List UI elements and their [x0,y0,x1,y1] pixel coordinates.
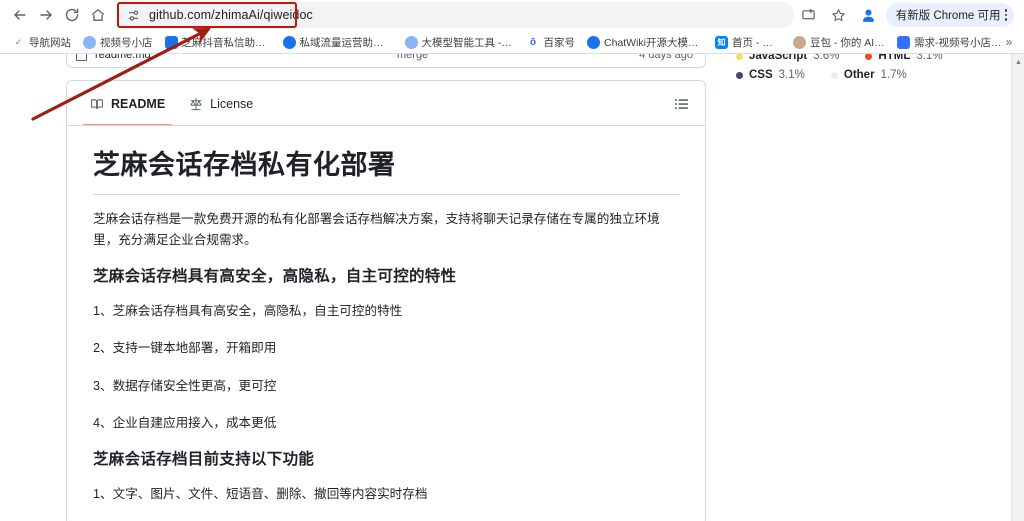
language-color-dot [736,54,743,60]
readme-body: 芝麻会话存档私有化部署 芝麻会话存档是一款免费开源的私有化部署会话存档解决方案，… [67,126,705,521]
chrome-menu-icon[interactable] [1004,9,1007,21]
bookmarks-bar: ✓ 导航网站 视频号小店 芝麻抖音私信助手-抖音... 私域流量运营助手-芝麻.… [0,30,1024,54]
browser-toolbar: github.com/zhimaAi/qiweidoc 有新版 Chrome 可… [0,0,1024,30]
language-name: HTML [878,54,911,62]
chrome-update-button[interactable]: 有新版 Chrome 可用 [885,3,1014,27]
file-icon [76,54,87,61]
nav-site-icon: ✓ [12,35,25,49]
book-icon [91,98,103,109]
address-bar[interactable]: github.com/zhimaAi/qiweidoc [118,2,794,28]
readme-section1-heading: 芝麻会话存档具有高安全，高隐私，自主可控的特性 [93,268,457,286]
list-unordered-icon [675,99,688,109]
language-row: CSS 3.1% Other 1.7% [736,69,986,81]
language-color-dot [865,54,873,60]
page-scrollbar[interactable]: ▲ [1011,54,1024,521]
tab-label: README [111,96,166,111]
readme-list-item: 1、文字、图片、文件、短语音、删除、撤回等内容实时存档 [93,486,428,501]
readme-intro: 芝麻会话存档是一款免费开源的私有化部署会话存档解决方案，支持将聊天记录存储在专属… [93,212,660,248]
tab-license[interactable]: License [180,91,262,117]
cast-icon[interactable] [796,2,822,28]
doubao-icon [793,35,806,49]
video-shop-icon [83,35,96,49]
language-color-dot [830,71,838,79]
outline-toggle-button[interactable] [671,93,693,115]
bookmark-item[interactable]: 视频号小店 [77,33,159,52]
page-content: readme.md merge 4 days ago JavaScript 3.… [0,54,1024,521]
forward-button[interactable] [34,3,58,27]
tabs-underline [67,125,705,126]
readme-list-item: 1、芝麻会话存档具有高安全，高隐私，自主可控的特性 [93,304,403,319]
bookmark-item[interactable]: ChatWiki开源大模型企... [581,33,709,52]
browser-chrome: github.com/zhimaAi/qiweidoc 有新版 Chrome 可… [0,0,1024,54]
language-name: JavaScript [749,54,808,62]
bookmark-label: 需求-视频号小店售前售... [914,36,1009,49]
language-percent: 3.1% [916,54,943,62]
bookmark-item[interactable]: 私域流量运营助手-芝麻... [277,33,399,52]
readme-list-item: 4、企业自建应用接入，成本更低 [93,415,277,430]
readme-title: 芝麻会话存档私有化部署 [93,148,679,196]
bookmark-label: ChatWiki开源大模型企... [604,36,703,49]
language-item-html[interactable]: HTML 3.1% [865,54,943,62]
readme-tabs: README License [67,81,705,126]
bookmark-label: 豆包 - 你的 AI 朋友 [810,36,885,49]
language-row: JavaScript 3.6% HTML 3.1% [736,54,986,62]
home-button[interactable] [86,3,110,27]
toolbar-right-actions: 有新版 Chrome 可用 [796,2,1016,28]
site-settings-icon[interactable] [127,8,142,23]
bookmark-item[interactable]: 芝麻抖音私信助手-抖音... [159,33,277,52]
browser-window: github.com/zhimaAi/qiweidoc 有新版 Chrome 可… [0,0,1024,521]
file-name[interactable]: readme.md [95,54,151,61]
language-stats: JavaScript 3.6% HTML 3.1% CSS 3.1% Other… [736,54,986,88]
bookmark-label: 大模型智能工具 - 芝麻... [421,36,515,49]
file-row[interactable]: readme.md merge 4 days ago [66,54,706,68]
bookmark-item[interactable]: 知 首页 - 知乎 [709,33,787,52]
language-item-javascript[interactable]: JavaScript 3.6% [736,54,839,62]
language-item-other[interactable]: Other 1.7% [830,69,907,81]
language-percent: 3.1% [778,69,805,81]
file-commit-time: 4 days ago [639,54,693,61]
language-percent: 3.6% [813,54,840,62]
feishu-doc-icon [897,35,910,49]
bookmark-star-icon[interactable] [826,2,852,28]
tab-readme[interactable]: README [81,91,174,126]
private-traffic-icon [282,35,296,49]
bookmark-item[interactable]: 大模型智能工具 - 芝麻... [399,33,521,52]
language-name: CSS [749,69,773,81]
readme-card: README License 芝麻会话存档私有化部署 芝麻会话存档是一款免费开源… [66,80,706,521]
bookmark-item[interactable]: 豆包 - 你的 AI 朋友 [787,33,891,52]
llm-tools-icon [404,35,418,49]
language-item-css[interactable]: CSS 3.1% [736,69,805,81]
file-commit-message[interactable]: merge [397,54,428,61]
chatwiki-icon [587,35,600,49]
baijiahao-icon: ō [526,35,540,49]
bookmark-item[interactable]: 需求-视频号小店售前售... [891,33,1015,52]
tab-label: License [210,96,254,111]
bookmark-label: 视频号小店 [100,36,153,49]
law-scale-icon [190,97,202,110]
address-bar-url[interactable]: github.com/zhimaAi/qiweidoc [149,8,313,22]
profile-avatar[interactable] [856,2,882,28]
bookmark-label: 私域流量运营助手-芝麻... [299,36,393,49]
bookmark-label: 百家号 [543,36,576,49]
back-button[interactable] [8,3,32,27]
language-color-dot [736,71,743,79]
bookmarks-overflow-button[interactable]: » [1000,33,1018,51]
zhihu-icon: 知 [715,35,728,49]
omnibox-container: github.com/zhimaAi/qiweidoc [118,2,794,28]
readme-list-item: 3、数据存储安全性更高，更可控 [93,378,277,393]
readme-list-item: 2、支持一键本地部署，开箱即用 [93,341,277,356]
bookmark-item[interactable]: ✓ 导航网站 [6,33,77,52]
bookmark-label: 导航网站 [29,36,71,49]
chrome-update-label: 有新版 Chrome 可用 [895,10,1001,22]
bookmark-label: 芝麻抖音私信助手-抖音... [181,36,271,49]
language-name: Other [843,69,875,81]
bookmark-label: 首页 - 知乎 [732,36,781,49]
readme-section2-heading: 芝麻会话存档目前支持以下功能 [93,450,315,468]
douyin-helper-icon [164,35,178,49]
bookmark-item[interactable]: ō 百家号 [521,33,582,52]
scrollbar-up-arrow[interactable]: ▲ [1012,56,1024,68]
reload-button[interactable] [60,3,84,27]
language-percent: 1.7% [880,69,907,81]
